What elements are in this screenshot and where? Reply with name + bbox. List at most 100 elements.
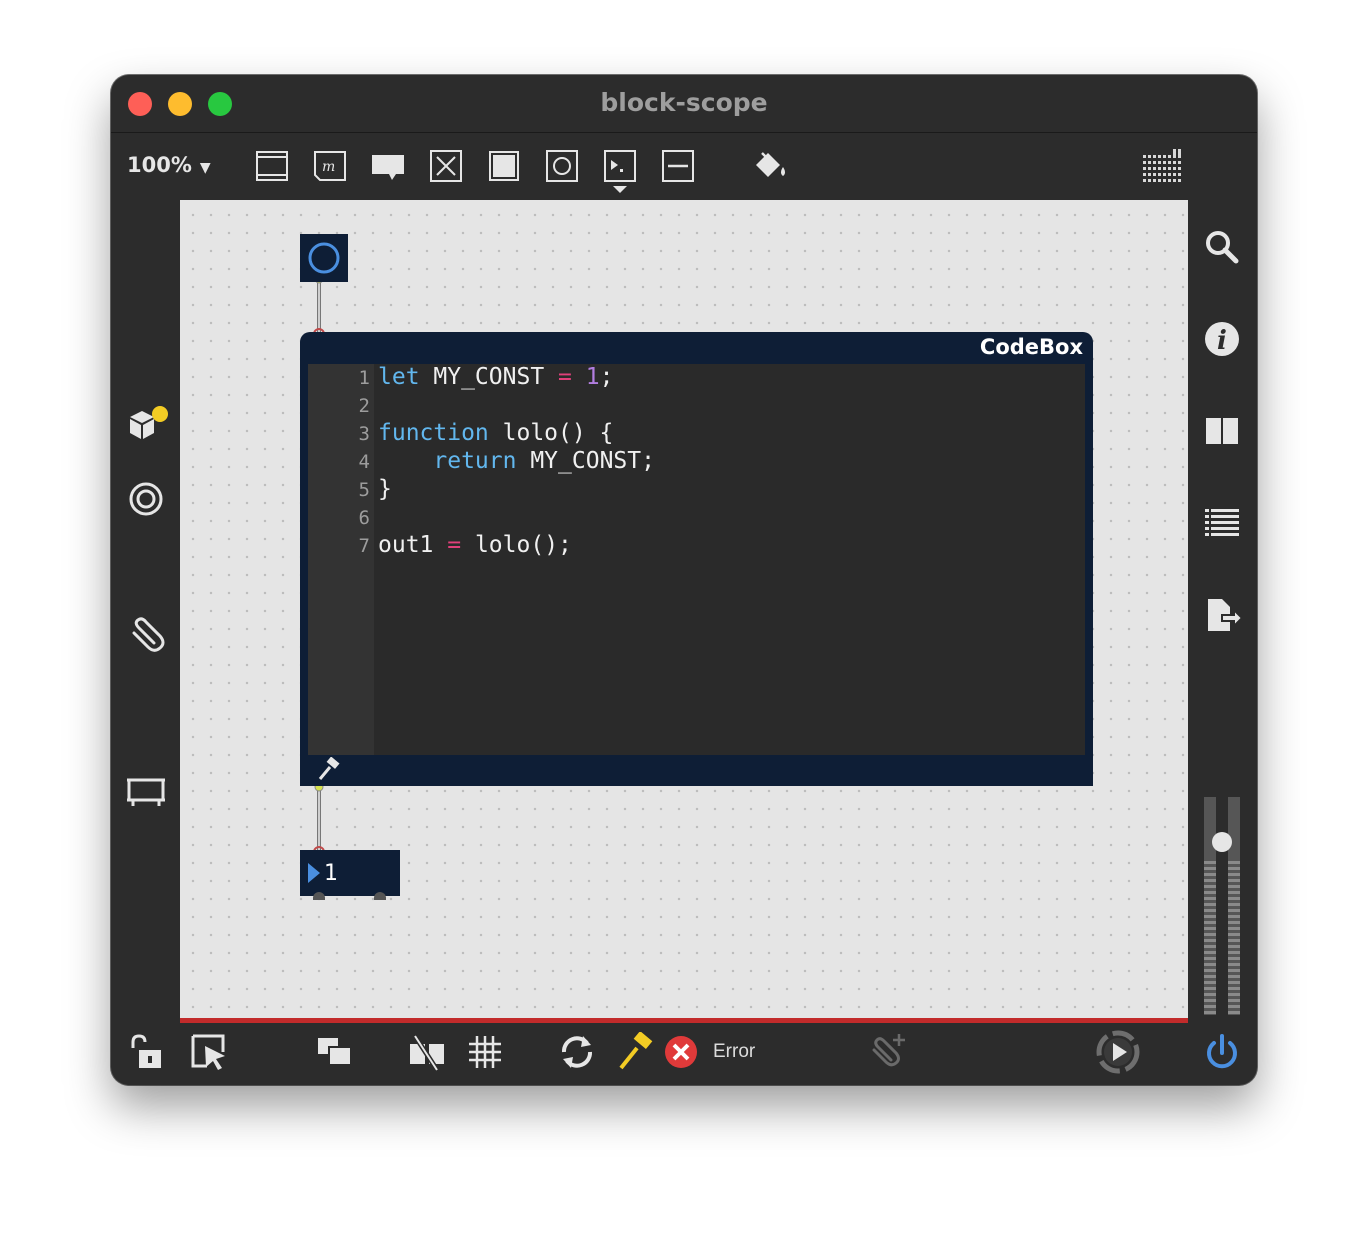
target-icon[interactable] (124, 477, 168, 521)
meter-tick (1228, 861, 1240, 864)
new-bang-icon[interactable] (486, 149, 522, 183)
code-editor[interactable]: 1 2 3 4 5 6 7 let MY_CONST = 1; function… (308, 364, 1085, 755)
meter-tick (1228, 891, 1240, 894)
meter-tick (1204, 945, 1216, 948)
meter-tick (1204, 999, 1216, 1002)
meter-tick (1204, 939, 1216, 942)
meter-tick (1204, 915, 1216, 918)
meter-tick (1204, 861, 1216, 864)
compile-hammer-icon[interactable] (316, 757, 342, 783)
new-object-icon[interactable] (254, 149, 290, 183)
line-number: 2 (358, 395, 370, 417)
meter-tick (1228, 1011, 1240, 1014)
meter-tick (1204, 873, 1216, 876)
presentation-icon[interactable] (124, 769, 168, 813)
volume-meter[interactable] (1202, 797, 1242, 1015)
meter-tick (1204, 879, 1216, 882)
meter-tick (1204, 933, 1216, 936)
codebox-label: CodeBox (979, 335, 1083, 359)
new-slider-icon[interactable] (660, 149, 696, 183)
button-object[interactable] (300, 234, 348, 282)
meter-tick (1204, 981, 1216, 984)
svg-text:m: m (322, 159, 335, 175)
meter-tick (1228, 951, 1240, 954)
new-comment-icon[interactable] (370, 149, 406, 183)
export-icon[interactable] (1200, 593, 1244, 637)
status-text: Error (713, 1041, 756, 1062)
code-line: let MY_CONST = 1; (378, 364, 614, 390)
meter-tick (1228, 867, 1240, 870)
meter-tick (1204, 1005, 1216, 1008)
hide-connections-icon[interactable] (407, 1032, 447, 1072)
meter-tick (1228, 921, 1240, 924)
patch-canvas[interactable]: CodeBox 1 2 3 4 5 6 7 let MY_CONST = 1; … (180, 200, 1188, 1018)
grid-view-icon[interactable] (1141, 147, 1183, 187)
meter-tick (1228, 897, 1240, 900)
packages-icon[interactable] (124, 403, 168, 447)
line-number: 6 (358, 507, 370, 529)
code-line: } (378, 476, 392, 502)
meter-tick (1204, 987, 1216, 990)
hammer-icon[interactable] (615, 1032, 655, 1072)
new-toggle-icon[interactable] (428, 149, 464, 183)
new-number-icon[interactable] (602, 149, 638, 183)
error-status-bar (180, 1018, 1188, 1023)
new-button-icon[interactable] (544, 149, 580, 183)
meter-tick (1228, 879, 1240, 882)
meter-tick (1228, 915, 1240, 918)
layers-icon[interactable] (315, 1032, 355, 1072)
title-bar: block-scope (111, 75, 1257, 133)
meter-tick (1228, 927, 1240, 930)
meter-tick (1228, 1005, 1240, 1008)
select-icon[interactable] (189, 1032, 229, 1072)
svg-text:i: i (1217, 326, 1227, 356)
meter-tick (1204, 963, 1216, 966)
meter-tick (1228, 885, 1240, 888)
meter-tick (1204, 921, 1216, 924)
meter-tick (1228, 999, 1240, 1002)
meter-tick (1204, 897, 1216, 900)
meter-tick (1228, 903, 1240, 906)
list-icon[interactable] (1200, 501, 1244, 545)
codebox-object[interactable]: CodeBox 1 2 3 4 5 6 7 let MY_CONST = 1; … (300, 332, 1093, 786)
meter-tick (1228, 969, 1240, 972)
new-message-icon[interactable]: m (312, 149, 348, 183)
paint-bucket-icon[interactable] (752, 149, 788, 183)
meter-tick (1204, 903, 1216, 906)
toolbar: 100% ▼ m (111, 133, 1257, 200)
grid-snap-icon[interactable] (465, 1032, 505, 1072)
search-icon[interactable] (1200, 225, 1244, 269)
number-options-chevron-icon[interactable] (612, 185, 628, 195)
meter-tick (1228, 945, 1240, 948)
line-number: 1 (358, 367, 370, 389)
meter-tick (1228, 939, 1240, 942)
paperclip-icon[interactable] (124, 615, 168, 659)
meter-tick (1228, 993, 1240, 996)
meter-tick (1228, 987, 1240, 990)
meter-tick (1204, 1011, 1216, 1014)
line-number: 7 (358, 535, 370, 557)
add-attachment-icon[interactable] (867, 1032, 907, 1072)
play-icon[interactable] (1095, 1029, 1141, 1075)
meter-tick (1228, 963, 1240, 966)
number-value: 1 (324, 861, 338, 886)
refresh-icon[interactable] (557, 1032, 597, 1072)
info-icon[interactable]: i (1200, 317, 1244, 361)
meter-tick (1228, 957, 1240, 960)
meter-tick (1204, 969, 1216, 972)
zoom-dropdown[interactable]: 100% ▼ (127, 153, 211, 177)
button-circle-icon[interactable] (300, 234, 348, 282)
split-view-icon[interactable] (1200, 409, 1244, 453)
lock-icon[interactable] (127, 1032, 167, 1072)
code-line: function lolo() { (378, 420, 614, 446)
meter-tick (1204, 885, 1216, 888)
outlet-right[interactable] (374, 892, 386, 900)
number-object[interactable]: 1 (300, 850, 400, 900)
code-line: return MY_CONST; (433, 448, 655, 474)
volume-knob (1212, 832, 1232, 852)
code-line: out1 = lolo(); (378, 532, 572, 558)
power-icon[interactable] (1202, 1032, 1242, 1072)
outlet-left[interactable] (313, 892, 325, 900)
meter-tick (1228, 975, 1240, 978)
meter-tick (1204, 909, 1216, 912)
